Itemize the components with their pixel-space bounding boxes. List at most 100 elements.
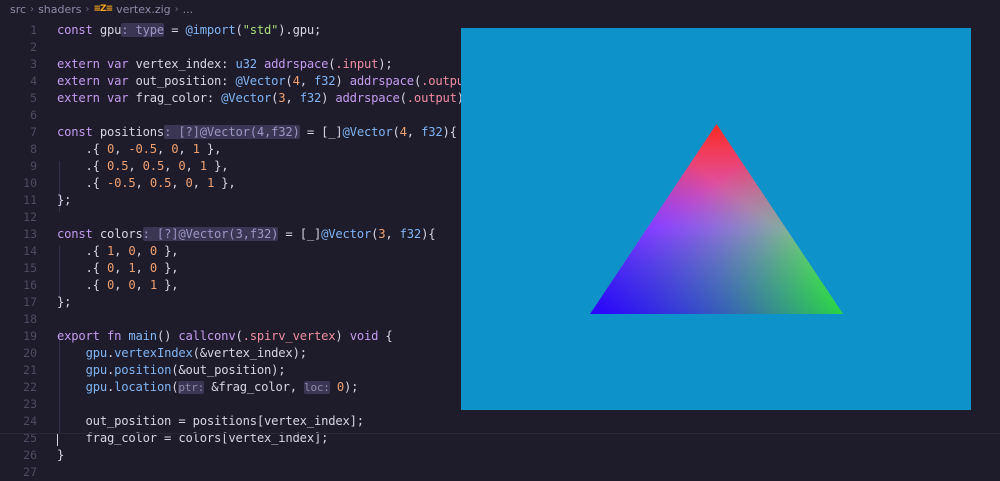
chevron-right-icon: › <box>174 3 179 15</box>
code-token: f32 <box>399 227 422 241</box>
code-text: .{ 0, 0, 1 }, <box>57 277 179 294</box>
code-token: ); <box>271 363 286 377</box>
code-line[interactable]: 16 .{ 0, 0, 1 }, <box>0 277 455 294</box>
code-line[interactable]: 18 <box>0 311 455 328</box>
code-line[interactable]: 11}; <box>0 192 455 209</box>
code-line[interactable]: 3 extern var vertex_index: u32 addrspace(… <box>0 56 455 73</box>
code-text: gpu.location(ptr: &frag_color, loc: 0); <box>57 379 358 396</box>
code-token: location <box>114 380 172 394</box>
code-token: .{ <box>57 176 107 190</box>
code-line[interactable]: 17}; <box>0 294 455 311</box>
code-token: : <box>221 74 236 88</box>
code-text: gpu.vertexIndex(&vertex_index); <box>57 345 308 362</box>
code-line[interactable]: 26} <box>0 447 455 464</box>
code-line[interactable]: 8 .{ 0, -0.5, 0, 1 }, <box>0 141 455 158</box>
code-line[interactable]: 1 const gpu: type = @import("std").gpu; <box>0 22 455 39</box>
code-line[interactable]: 19 export fn main() callconv(.spirv_verte… <box>0 328 455 345</box>
code-line[interactable]: 7 const positions: [?]@Vector(4,f32) = [_… <box>0 124 457 141</box>
chevron-right-icon: › <box>30 3 35 15</box>
code-text: extern var frag_color: @Vector(3, f32) a… <box>57 90 471 107</box>
code-token: 1 <box>149 278 157 292</box>
code-line[interactable]: 10 .{ -0.5, 0.5, 0, 1 }, <box>0 175 455 192</box>
line-number: 1 <box>30 23 37 37</box>
code-line[interactable]: 4 extern var out_position: @Vector(4, f32… <box>0 73 485 90</box>
code-token: ( <box>413 74 422 88</box>
code-text: } <box>57 447 64 464</box>
line-number: 13 <box>23 227 37 241</box>
line-number: 24 <box>23 414 37 428</box>
line-number: 3 <box>30 57 37 71</box>
code-token: .spirv_vertex <box>242 329 336 343</box>
code-line[interactable]: 14 .{ 1, 0, 0 }, <box>0 243 455 260</box>
line-number: 19 <box>23 329 37 343</box>
code-token: colors <box>99 227 143 241</box>
code-token: .{ <box>57 261 107 275</box>
code-token: , <box>192 176 207 190</box>
code-line[interactable]: 12 <box>0 209 455 226</box>
code-line[interactable]: 27 <box>0 464 455 481</box>
code-line[interactable]: 13 const colors: [?]@Vector(3,f32) = [_]@… <box>0 226 455 243</box>
code-token: positions <box>99 125 165 139</box>
code-token: (& <box>192 346 207 360</box>
breadcrumb-item-src[interactable]: src <box>10 3 26 16</box>
line-number: 4 <box>30 74 37 88</box>
code-line[interactable]: 23 <box>0 396 455 413</box>
code-line[interactable]: 5 extern var frag_color: @Vector(3, f32) … <box>0 90 471 107</box>
code-line[interactable]: 15 .{ 0, 1, 0 }, <box>0 260 455 277</box>
code-token: f32 <box>299 91 322 105</box>
code-token: }; <box>57 295 72 309</box>
code-text: }; <box>57 294 71 311</box>
code-token: }, <box>156 244 179 258</box>
code-text: .{ -0.5, 0.5, 0, 1 }, <box>57 175 236 192</box>
code-line[interactable]: 2 <box>0 39 455 56</box>
code-line[interactable]: 9 .{ 0.5, 0.5, 0, 1 }, <box>0 158 455 175</box>
code-token: }, <box>206 159 229 173</box>
code-token: , <box>135 176 150 190</box>
code-token: const <box>57 227 100 241</box>
code-token: 1 <box>199 159 207 173</box>
breadcrumb-item-shaders[interactable]: shaders <box>38 3 81 16</box>
code-token: }, <box>214 176 236 190</box>
code-text: extern var vertex_index: u32 addrspace(.… <box>57 56 393 73</box>
breadcrumb-item-file[interactable]: vertex.zig <box>116 3 171 16</box>
code-editor[interactable]: 1 const gpu: type = @import("std").gpu; 2 3… <box>0 18 486 479</box>
code-token: }; <box>57 193 72 207</box>
code-token: gpu <box>85 380 108 394</box>
code-token: const <box>57 23 100 37</box>
code-token: ( <box>399 91 407 105</box>
code-token: (& <box>171 363 186 377</box>
chevron-right-icon: › <box>85 3 90 15</box>
code-line[interactable]: 22 gpu.location(ptr: &frag_color, loc: 0… <box>0 379 455 396</box>
code-line[interactable]: 20 gpu.vertexIndex(&vertex_index); <box>0 345 455 362</box>
code-token: () <box>156 329 179 343</box>
code-token: ) <box>442 125 450 139</box>
code-token: , <box>171 176 186 190</box>
code-token: = [ <box>278 227 307 241</box>
code-token: 0 <box>128 244 136 258</box>
line-number: 26 <box>23 448 37 462</box>
code-token: { <box>428 227 436 241</box>
code-line[interactable]: 21 gpu.position(&out_position); <box>0 362 455 379</box>
code-token: vertex_index <box>135 57 222 71</box>
line-number: 7 <box>30 125 37 139</box>
code-text: .{ 1, 0, 0 }, <box>57 243 179 260</box>
code-token: gpu <box>85 346 108 360</box>
inlay-hint: : [?]@Vector(4,f32) <box>164 125 300 139</box>
breadcrumb-item-more[interactable]: ... <box>183 3 194 16</box>
code-token: ); <box>378 57 393 71</box>
code-token: -0.5 <box>106 176 136 190</box>
code-token: , <box>128 159 143 173</box>
code-line[interactable]: 24 out_position = positions[vertex_index… <box>0 413 455 430</box>
line-number: 15 <box>23 261 37 275</box>
code-token: extern var <box>57 74 136 88</box>
code-token: ( <box>235 329 243 343</box>
code-token: .{ <box>57 278 107 292</box>
code-token: , <box>114 244 129 258</box>
code-token: , <box>114 278 129 292</box>
inlay-hint: : [?]@Vector(3,f32) <box>142 227 279 241</box>
code-line[interactable]: 6 <box>0 107 455 124</box>
line-number: 21 <box>23 363 37 377</box>
